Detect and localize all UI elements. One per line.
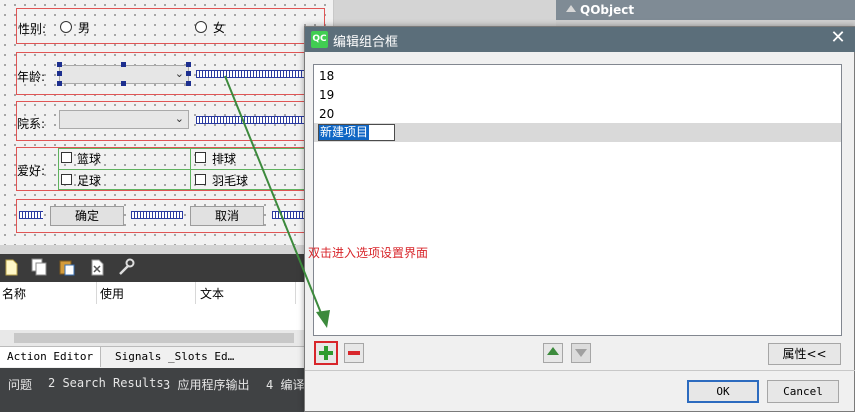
male-radio[interactable] (60, 21, 72, 33)
status-tab-search-results[interactable]: 2 Search Results (48, 376, 164, 390)
dialog-title: 编辑组合框 (333, 35, 399, 50)
chevron-down-icon: ⌄ (174, 67, 184, 80)
remove-icon[interactable] (344, 343, 364, 363)
qt-creator-icon: QC (311, 31, 328, 48)
scrollbar-thumb[interactable] (14, 333, 294, 343)
selection-handle[interactable] (186, 71, 191, 76)
horizontal-spacer[interactable] (196, 116, 306, 124)
cancel-button[interactable]: 取消 (190, 206, 264, 226)
selection-handle[interactable] (186, 81, 191, 86)
horizontal-spacer[interactable] (19, 211, 43, 219)
selection-handle[interactable] (57, 71, 62, 76)
horizontal-spacer[interactable] (272, 211, 304, 219)
horizontal-spacer[interactable] (131, 211, 183, 219)
wrench-icon[interactable] (117, 258, 135, 276)
column-separator[interactable] (96, 282, 97, 304)
column-header-used[interactable]: 使用 (100, 285, 124, 302)
object-inspector-row[interactable]: QObject (556, 0, 855, 20)
department-combobox[interactable]: ⌄ (59, 110, 189, 129)
selection-handle[interactable] (121, 81, 126, 86)
selection-handle[interactable] (121, 62, 126, 67)
male-radio-label: 男 (78, 21, 91, 35)
horizontal-spacer[interactable] (196, 70, 306, 78)
status-tab-compile-output[interactable]: 4 编译 (266, 376, 304, 393)
list-item-editor-text[interactable]: 新建项目 (319, 125, 370, 140)
badminton-checkbox[interactable] (195, 174, 206, 185)
add-icon[interactable] (314, 341, 338, 365)
department-label: 院系: (17, 117, 46, 131)
dialog-separator (305, 370, 855, 371)
status-tab-issues[interactable]: 问题 (8, 376, 32, 393)
new-file-icon[interactable] (2, 258, 20, 276)
basketball-label: 篮球 (77, 152, 102, 166)
column-separator[interactable] (195, 282, 196, 304)
selection-handle[interactable] (186, 62, 191, 67)
expand-arrow-icon[interactable] (566, 5, 576, 12)
tab-action-editor[interactable]: Action Editor (0, 347, 102, 367)
dialog-cancel-button[interactable]: Cancel (767, 380, 839, 403)
delete-icon[interactable] (88, 258, 106, 276)
status-tab-app-output[interactable]: 3 应用程序输出 (163, 376, 249, 393)
basketball-checkbox[interactable] (61, 152, 72, 163)
move-up-icon[interactable] (543, 343, 563, 363)
football-label: 足球 (77, 174, 102, 188)
chevron-down-icon: ⌄ (174, 112, 184, 125)
column-header-name[interactable]: 名称 (2, 285, 26, 302)
volleyball-checkbox[interactable] (195, 152, 206, 163)
hobby-grid-divider (58, 169, 306, 170)
selection-handle[interactable] (57, 81, 62, 86)
list-item[interactable]: 18 (319, 69, 334, 83)
badminton-label: 羽毛球 (212, 174, 249, 188)
column-separator[interactable] (295, 282, 296, 304)
hobby-label: 爱好: (17, 164, 46, 178)
ok-button[interactable]: OK (687, 380, 759, 403)
female-radio[interactable] (195, 21, 207, 33)
move-down-icon[interactable] (571, 343, 591, 363)
gender-label: 性别: (18, 22, 47, 36)
volleyball-label: 排球 (212, 152, 237, 166)
close-icon[interactable]: ✕ (828, 28, 848, 48)
football-checkbox[interactable] (61, 174, 72, 185)
annotation-text: 双击进入选项设置界面 (308, 246, 429, 260)
paste-icon[interactable] (58, 258, 76, 276)
copy-icon[interactable] (30, 258, 48, 276)
confirm-button[interactable]: 确定 (50, 206, 124, 226)
output-pane-bar (0, 368, 305, 412)
combobox-items-list[interactable] (313, 64, 842, 336)
list-item[interactable]: 20 (319, 107, 334, 121)
list-item[interactable]: 19 (319, 88, 334, 102)
selection-handle[interactable] (57, 62, 62, 67)
horizontal-scrollbar[interactable] (0, 330, 305, 346)
tab-signals-slots-editor[interactable]: Signals _Slots Ed… (108, 347, 241, 367)
properties-toggle-button[interactable]: 属性<< (768, 343, 841, 365)
age-label: 年龄: (17, 70, 46, 84)
female-radio-label: 女 (213, 21, 226, 35)
column-header-text[interactable]: 文本 (200, 285, 224, 302)
